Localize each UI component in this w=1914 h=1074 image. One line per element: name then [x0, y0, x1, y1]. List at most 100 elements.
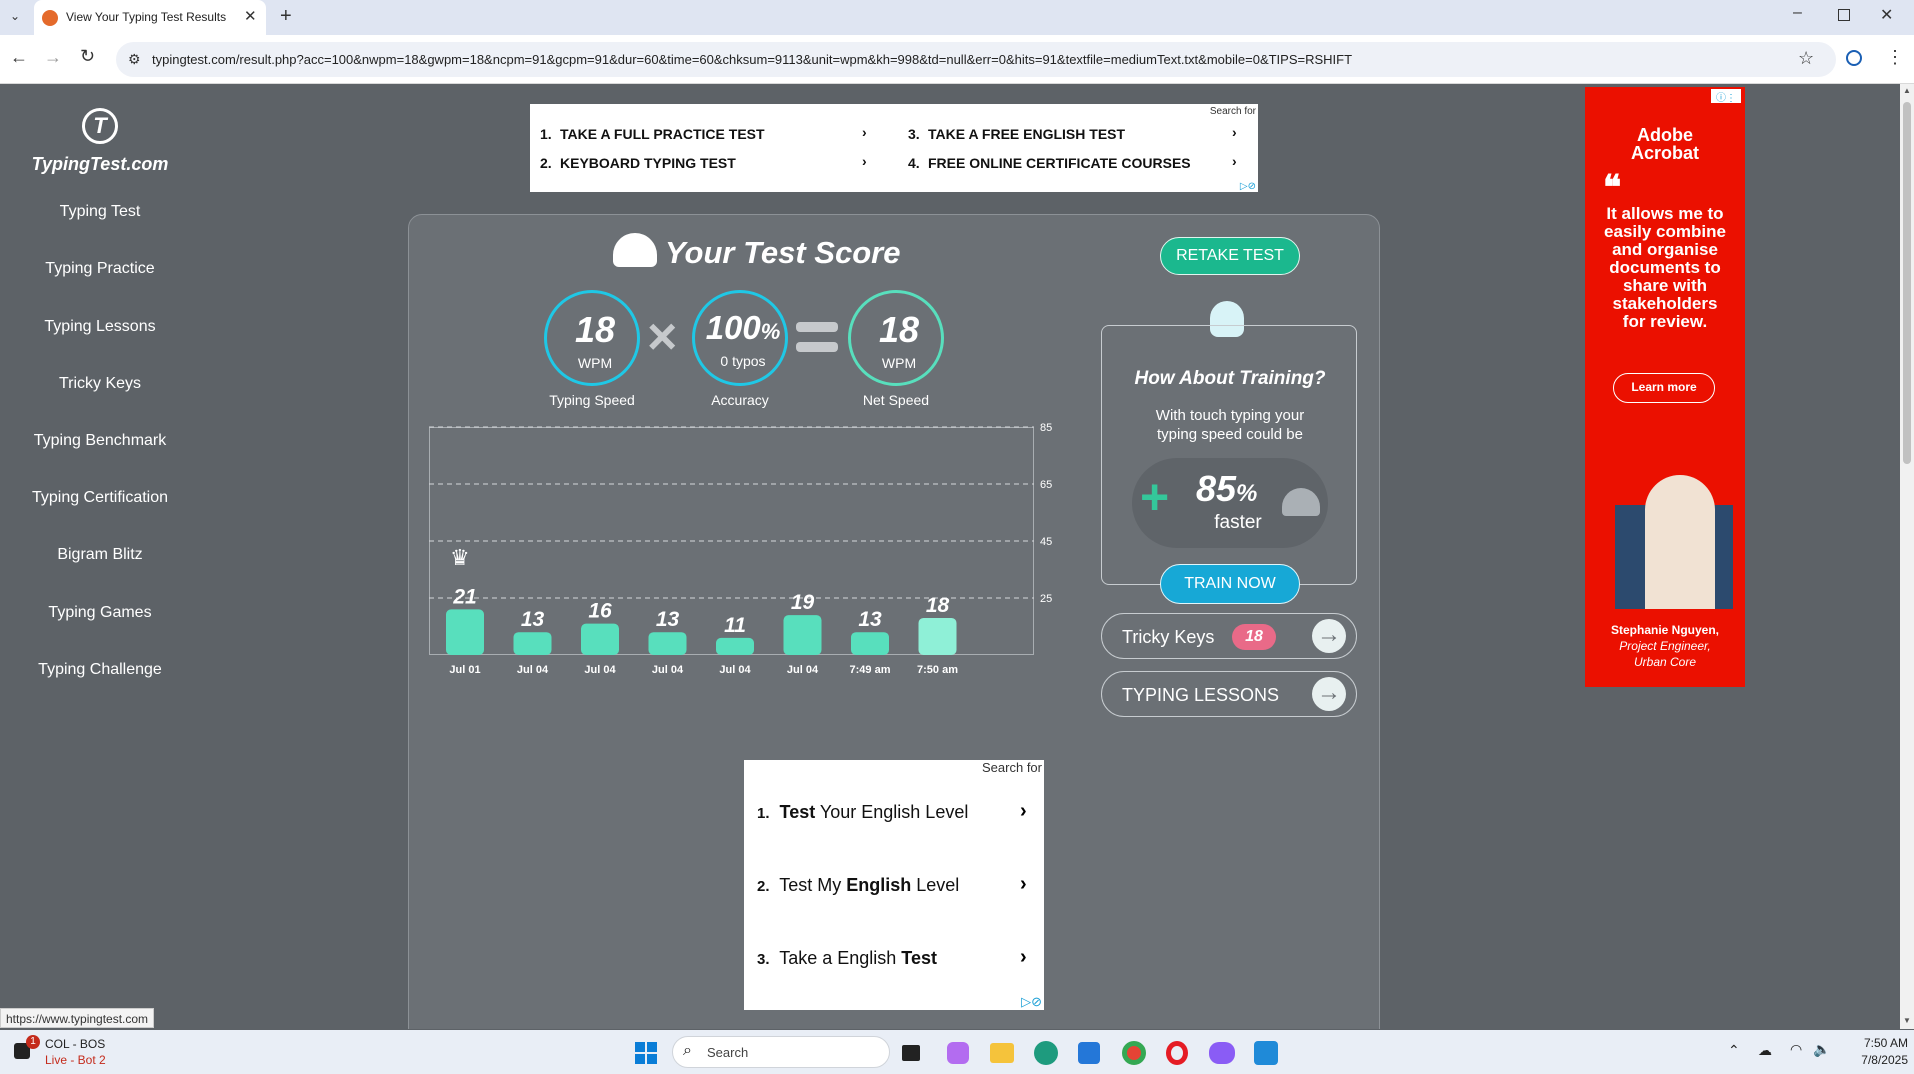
adchoices-icon[interactable]: ▷⊘ [1240, 181, 1256, 192]
profile-icon[interactable] [1846, 50, 1862, 66]
percent-wrap: 85% [1196, 468, 1257, 510]
back-icon[interactable]: ← [10, 47, 28, 68]
ad-item-3[interactable]: 3. Take a English Test [757, 948, 937, 969]
tricky-keys-pill[interactable]: Tricky Keys 18 → [1101, 613, 1357, 659]
adobe-side-ad[interactable]: ⓘ⋮ Adobe Acrobat ❝ It allows me to easil… [1585, 87, 1745, 687]
chevron-right-icon[interactable]: › [1232, 153, 1237, 169]
volume-icon[interactable]: 🔈 [1813, 1041, 1830, 1058]
ad-item-num: 2. [540, 155, 552, 171]
edge-icon[interactable] [1034, 1041, 1058, 1065]
ad-item[interactable]: FREE ONLINE CERTIFICATE COURSES [928, 155, 1191, 171]
tab-close-icon[interactable]: ✕ [244, 7, 257, 25]
browser-menu-icon[interactable]: ⋮ [1886, 47, 1904, 68]
forward-icon[interactable]: → [44, 47, 62, 68]
chart-bar[interactable] [918, 617, 957, 655]
scroll-up-icon[interactable]: ▲ [1903, 86, 1911, 95]
top-ad[interactable]: Search for 1. TAKE A FULL PRACTICE TEST … [530, 104, 1258, 192]
reload-icon[interactable]: ↻ [80, 46, 95, 67]
chart-bar[interactable] [648, 632, 687, 655]
ad-item[interactable]: KEYBOARD TYPING TEST [560, 155, 736, 171]
chart-bar-value-label: 16 [588, 600, 612, 623]
ad-item-1[interactable]: 1. Test Your English Level [757, 802, 968, 823]
sidebar-item-typing-challenge[interactable]: Typing Challenge [0, 661, 200, 679]
chart-bar[interactable] [513, 632, 552, 655]
clock-date[interactable]: 7/8/2025 [1836, 1053, 1908, 1067]
url-text: typingtest.com/result.php?acc=100&nwpm=1… [152, 52, 1353, 67]
chart-bar[interactable] [783, 615, 822, 655]
learn-more-button[interactable]: Learn more [1613, 373, 1715, 403]
wifi-icon[interactable]: ◠ [1790, 1041, 1802, 1058]
chart-bar-value-label: 11 [724, 614, 746, 637]
tray-chevron-up-icon[interactable]: ⌃ [1728, 1042, 1740, 1059]
chart-bar[interactable] [446, 609, 484, 655]
ad-item[interactable]: TAKE A FREE ENGLISH TEST [928, 126, 1125, 142]
sidebar-item-bigram-blitz[interactable]: Bigram Blitz [0, 546, 200, 564]
opera-icon[interactable] [1166, 1041, 1188, 1065]
arrow-right-icon[interactable]: → [1312, 619, 1346, 653]
bookmark-star-icon[interactable]: ☆ [1798, 48, 1814, 69]
ad-item-post: Level [911, 875, 960, 895]
weather-line2[interactable]: Live - Bot 2 [45, 1053, 106, 1067]
url-field[interactable]: ⚙ typingtest.com/result.php?acc=100&nwpm… [116, 42, 1836, 77]
close-window-icon[interactable]: ✕ [1880, 5, 1893, 25]
sidebar-item-typing-lessons[interactable]: Typing Lessons [0, 318, 200, 336]
page-scrollbar[interactable]: ▲ ▼ [1900, 84, 1914, 1029]
chevron-right-icon[interactable]: › [862, 124, 867, 140]
chrome-icon[interactable] [1122, 1041, 1146, 1065]
tab-list-dropdown-icon[interactable]: ⌄ [6, 9, 24, 27]
file-explorer-icon[interactable] [990, 1043, 1014, 1063]
sidebar-item-typing-certification[interactable]: Typing Certification [0, 489, 200, 507]
retake-test-button[interactable]: RETAKE TEST [1160, 237, 1300, 275]
copilot-icon[interactable] [947, 1042, 969, 1064]
store-icon[interactable] [1078, 1042, 1100, 1064]
chart-bar[interactable] [851, 632, 889, 655]
speedometer-icon [613, 233, 657, 267]
accuracy-circle: 100% 0 typos [692, 290, 788, 386]
chart-x-tick-label: Jul 04 [719, 664, 751, 676]
scrollbar-thumb[interactable] [1903, 102, 1911, 464]
site-logo-text[interactable]: TypingTest.com [0, 154, 200, 175]
notification-badge: 1 [26, 1035, 40, 1049]
task-view-icon[interactable] [902, 1045, 920, 1061]
sidebar-item-typing-practice[interactable]: Typing Practice [0, 260, 200, 278]
chevron-right-icon[interactable]: › [1020, 873, 1027, 896]
taskbar-search-text: Search [707, 1045, 749, 1060]
chevron-right-icon[interactable]: › [1020, 800, 1027, 823]
typingtest-logo-icon[interactable]: T [82, 108, 118, 144]
chart-bar[interactable] [716, 637, 754, 655]
search-icon: ⌕ [683, 1042, 692, 1059]
typingtest-favicon-icon [42, 10, 58, 26]
copilot-app-icon[interactable] [1209, 1042, 1235, 1064]
sidebar-item-typing-games[interactable]: Typing Games [0, 604, 200, 622]
ad-item-2[interactable]: 2. Test My English Level [757, 875, 959, 896]
sidebar-item-typing-benchmark[interactable]: Typing Benchmark [0, 432, 200, 450]
adchoices-icon[interactable]: ▷⊘ [1021, 994, 1042, 1010]
minimize-icon[interactable]: – [1793, 4, 1802, 22]
weather-line1[interactable]: COL - BOS [45, 1037, 105, 1051]
ad-item[interactable]: TAKE A FULL PRACTICE TEST [560, 126, 765, 142]
ad-info-icon[interactable]: ⓘ⋮ [1711, 89, 1741, 104]
chart-bar[interactable] [581, 623, 619, 655]
scroll-down-icon[interactable]: ▼ [1903, 1016, 1911, 1025]
sidebar-item-typing-test[interactable]: Typing Test [0, 203, 200, 221]
restore-icon[interactable] [1838, 9, 1850, 21]
clock-time[interactable]: 7:50 AM [1836, 1036, 1908, 1050]
onedrive-icon[interactable]: ☁ [1758, 1042, 1772, 1059]
chart-y-tick-label: 45 [1040, 536, 1052, 548]
sidebar-item-tricky-keys[interactable]: Tricky Keys [0, 375, 200, 393]
plus-icon: + [1140, 469, 1170, 525]
vscode-icon[interactable] [1254, 1041, 1278, 1065]
bottom-ad[interactable]: Search for 1. Test Your English Level › … [744, 760, 1044, 1010]
train-now-button[interactable]: TRAIN NOW [1160, 564, 1300, 604]
arrow-right-icon[interactable]: → [1312, 677, 1346, 711]
chevron-right-icon[interactable]: › [1232, 124, 1237, 140]
sidebar: T TypingTest.com Typing Test Typing Prac… [0, 84, 200, 1029]
site-info-icon[interactable]: ⚙ [128, 51, 141, 68]
new-tab-icon[interactable]: + [280, 5, 292, 28]
chevron-right-icon[interactable]: › [1020, 946, 1027, 969]
browser-tab[interactable]: View Your Typing Test Results ✕ [34, 0, 266, 35]
chevron-right-icon[interactable]: › [862, 153, 867, 169]
typing-lessons-pill[interactable]: TYPING LESSONS → [1101, 671, 1357, 717]
windows-start-icon[interactable] [635, 1042, 657, 1064]
taskbar-search[interactable]: ⌕ Search [672, 1036, 890, 1068]
